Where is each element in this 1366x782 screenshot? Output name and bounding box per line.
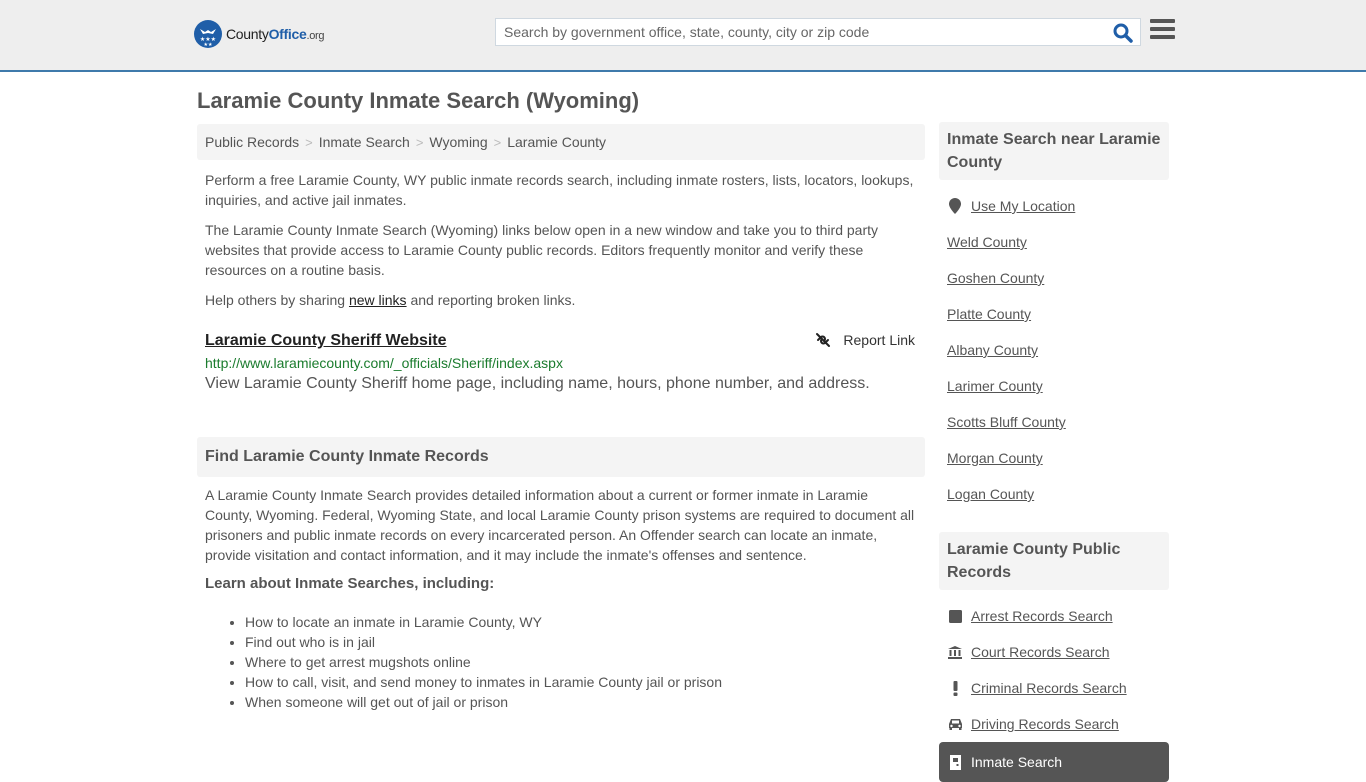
list-item: Where to get arrest mugshots online [245, 652, 925, 672]
breadcrumb-separator: > [493, 134, 502, 150]
new-links-link[interactable]: new links [349, 292, 407, 308]
use-my-location-item: Use My Location [947, 188, 1161, 224]
list-item: Find out who is in jail [245, 632, 925, 652]
site-header: ★★★ ★★ CountyOffice.org [0, 0, 1366, 72]
county-link-morgan[interactable]: Morgan County [947, 450, 1043, 466]
share-paragraph: Help others by sharing new links and rep… [197, 290, 925, 310]
nearby-county-item: Goshen County [947, 260, 1161, 296]
jail-door-icon [947, 754, 963, 770]
result-item: Laramie County Sheriff Website Report Li… [197, 332, 925, 393]
arrest-records-link[interactable]: Arrest Records Search [971, 608, 1113, 624]
logo-county: County [226, 26, 269, 42]
car-icon [947, 718, 963, 730]
search-box [495, 18, 1141, 46]
nearby-heading: Inmate Search near Laramie County [939, 122, 1169, 180]
result-title-link[interactable]: Laramie County Sheriff Website [205, 332, 447, 349]
breadcrumb-wyoming[interactable]: Wyoming [429, 134, 487, 150]
court-records-link[interactable]: Court Records Search [971, 644, 1110, 660]
share-text-end: and reporting broken links. [406, 292, 576, 308]
public-records-heading: Laramie County Public Records [939, 532, 1169, 590]
nearby-county-item: Platte County [947, 296, 1161, 332]
nearby-county-item: Scotts Bluff County [947, 404, 1161, 440]
list-item: When someone will get out of jail or pri… [245, 692, 925, 712]
public-records-item-active[interactable]: Inmate Search [939, 742, 1169, 782]
county-link-larimer[interactable]: Larimer County [947, 378, 1043, 394]
logo-text: CountyOffice.org [226, 26, 325, 42]
result-description: View Laramie County Sheriff home page, i… [205, 375, 870, 392]
site-logo[interactable]: ★★★ ★★ CountyOffice.org [194, 20, 325, 48]
breadcrumb-public-records[interactable]: Public Records [205, 134, 299, 150]
list-item: How to call, visit, and send money to in… [245, 672, 925, 692]
breadcrumb: Public Records > Inmate Search > Wyoming… [197, 124, 925, 160]
county-link-goshen[interactable]: Goshen County [947, 270, 1044, 286]
public-records-item: Criminal Records Search [947, 670, 1161, 706]
disclaimer-paragraph: The Laramie County Inmate Search (Wyomin… [205, 222, 878, 278]
breadcrumb-inmate-search[interactable]: Inmate Search [319, 134, 410, 150]
county-link-weld[interactable]: Weld County [947, 234, 1027, 250]
county-link-albany[interactable]: Albany County [947, 342, 1038, 358]
eagle-stars-icon: ★★★ ★★ [194, 20, 222, 48]
learn-list: How to locate an inmate in Laramie Count… [197, 612, 925, 712]
nearby-county-item: Weld County [947, 224, 1161, 260]
result-url: http://www.laramiecounty.com/_officials/… [205, 355, 563, 371]
use-my-location-link[interactable]: Use My Location [971, 198, 1075, 214]
page-title: Laramie County Inmate Search (Wyoming) [197, 88, 640, 113]
courthouse-icon [947, 645, 963, 659]
hamburger-menu-button[interactable] [1150, 19, 1175, 41]
public-records-item: Court Records Search [947, 634, 1161, 670]
breadcrumb-separator: > [415, 134, 424, 150]
breadcrumb-separator: > [305, 134, 313, 150]
criminal-records-link[interactable]: Criminal Records Search [971, 680, 1127, 696]
menu-bar [1150, 35, 1175, 39]
svg-text:★★: ★★ [204, 42, 213, 48]
sidebar: Inmate Search near Laramie County Use My… [939, 122, 1169, 782]
search-icon [1113, 23, 1133, 43]
report-link-button[interactable]: Report Link [815, 332, 915, 348]
county-link-scotts-bluff[interactable]: Scotts Bluff County [947, 414, 1066, 430]
public-records-list: Arrest Records Search Court Records Sear… [939, 598, 1169, 782]
list-item: How to locate an inmate in Laramie Count… [245, 612, 925, 632]
broken-link-icon [816, 333, 831, 347]
exclamation-icon [947, 680, 963, 696]
search-input[interactable] [496, 19, 1096, 45]
county-link-platte[interactable]: Platte County [947, 306, 1031, 322]
main-content: Public Records > Inmate Search > Wyoming… [197, 124, 925, 712]
public-records-item: Arrest Records Search [947, 598, 1161, 634]
county-link-logan[interactable]: Logan County [947, 486, 1034, 502]
logo-office: Office [268, 26, 307, 42]
square-icon [947, 609, 963, 623]
share-text: Help others by sharing [205, 292, 349, 308]
logo-org: .org [306, 30, 325, 42]
menu-bar [1150, 19, 1175, 23]
nearby-county-item: Albany County [947, 332, 1161, 368]
driving-records-link[interactable]: Driving Records Search [971, 716, 1119, 732]
nearby-list: Use My Location Weld County Goshen Count… [939, 188, 1169, 512]
search-button[interactable] [1112, 22, 1134, 44]
nearby-county-item: Larimer County [947, 368, 1161, 404]
learn-heading: Learn about Inmate Searches, including: [205, 575, 495, 592]
map-marker-icon [947, 198, 963, 214]
menu-bar [1150, 27, 1175, 31]
nearby-county-item: Morgan County [947, 440, 1161, 476]
intro-paragraph: Perform a free Laramie County, WY public… [205, 172, 914, 208]
find-records-heading: Find Laramie County Inmate Records [197, 437, 925, 477]
find-records-body: A Laramie County Inmate Search provides … [205, 487, 915, 563]
report-link-label: Report Link [843, 332, 915, 348]
public-records-item: Driving Records Search [947, 706, 1161, 742]
breadcrumb-laramie-county[interactable]: Laramie County [507, 134, 606, 150]
nearby-county-item: Logan County [947, 476, 1161, 512]
